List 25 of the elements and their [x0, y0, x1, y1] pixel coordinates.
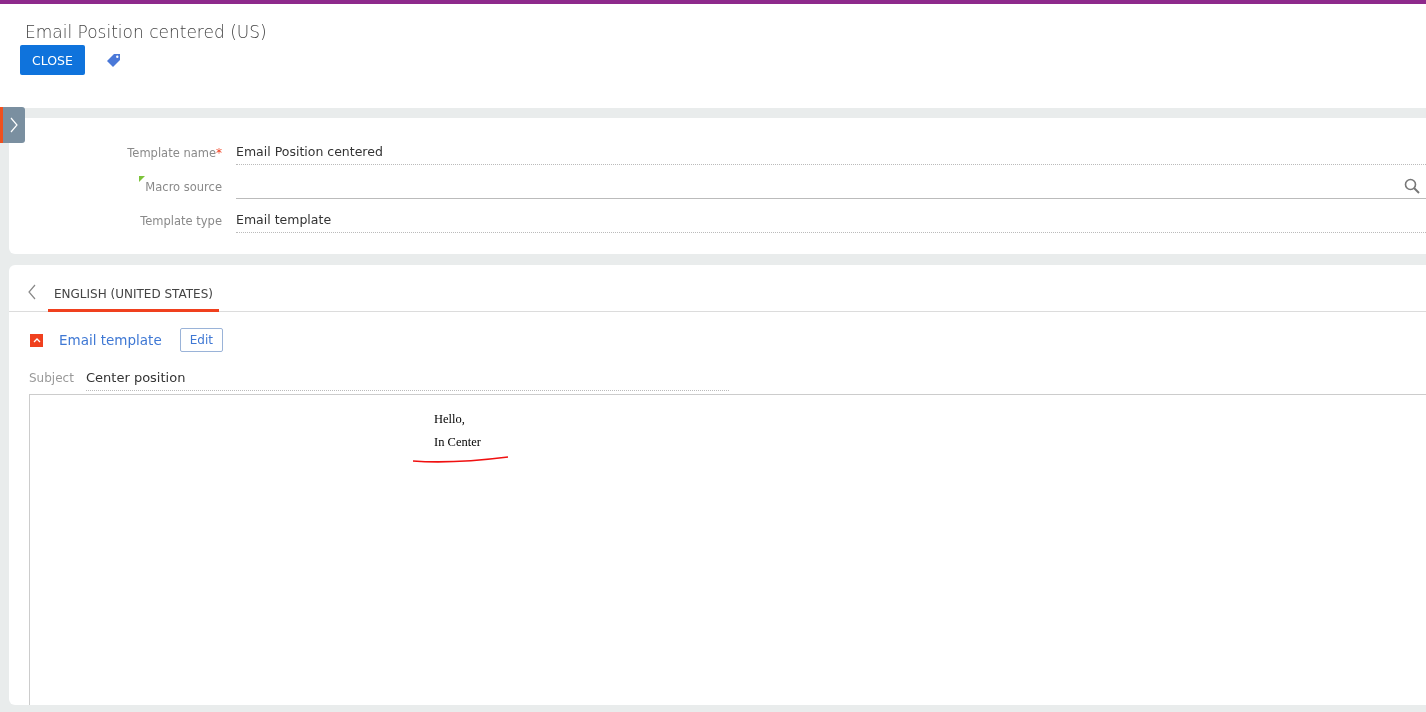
email-body-editor[interactable]: Hello, In Center — [29, 394, 1426, 705]
field-label: Macro source — [145, 180, 222, 194]
chevron-up-icon — [32, 337, 41, 343]
search-icon[interactable] — [1404, 178, 1420, 194]
body-text-line: In Center — [434, 435, 481, 451]
field-value[interactable]: Email template — [236, 212, 1426, 233]
side-panel-toggle[interactable] — [0, 107, 25, 143]
section-title-link[interactable]: Email template — [59, 332, 162, 348]
tag-icon[interactable] — [106, 53, 121, 67]
edit-button[interactable]: Edit — [179, 328, 223, 352]
field-label: Template type — [140, 214, 222, 228]
close-button[interactable]: CLOSE — [20, 45, 85, 75]
language-tab[interactable]: ENGLISH (UNITED STATES) — [48, 287, 219, 312]
required-mark: * — [216, 146, 222, 160]
subject-field[interactable]: Center position — [86, 370, 729, 391]
chevron-right-icon — [9, 117, 19, 133]
hint-corner-icon — [139, 176, 145, 182]
body-text-line: Hello, — [434, 412, 465, 428]
collapse-toggle[interactable] — [30, 333, 43, 347]
chevron-left-icon[interactable] — [27, 284, 37, 300]
field-value[interactable]: Email Position centered — [236, 144, 1426, 165]
subject-label: Subject — [29, 371, 75, 387]
page-title: Email Position centered (US) — [24, 21, 268, 41]
lookup-field[interactable] — [236, 178, 1426, 199]
field-label: Template name — [127, 146, 216, 160]
